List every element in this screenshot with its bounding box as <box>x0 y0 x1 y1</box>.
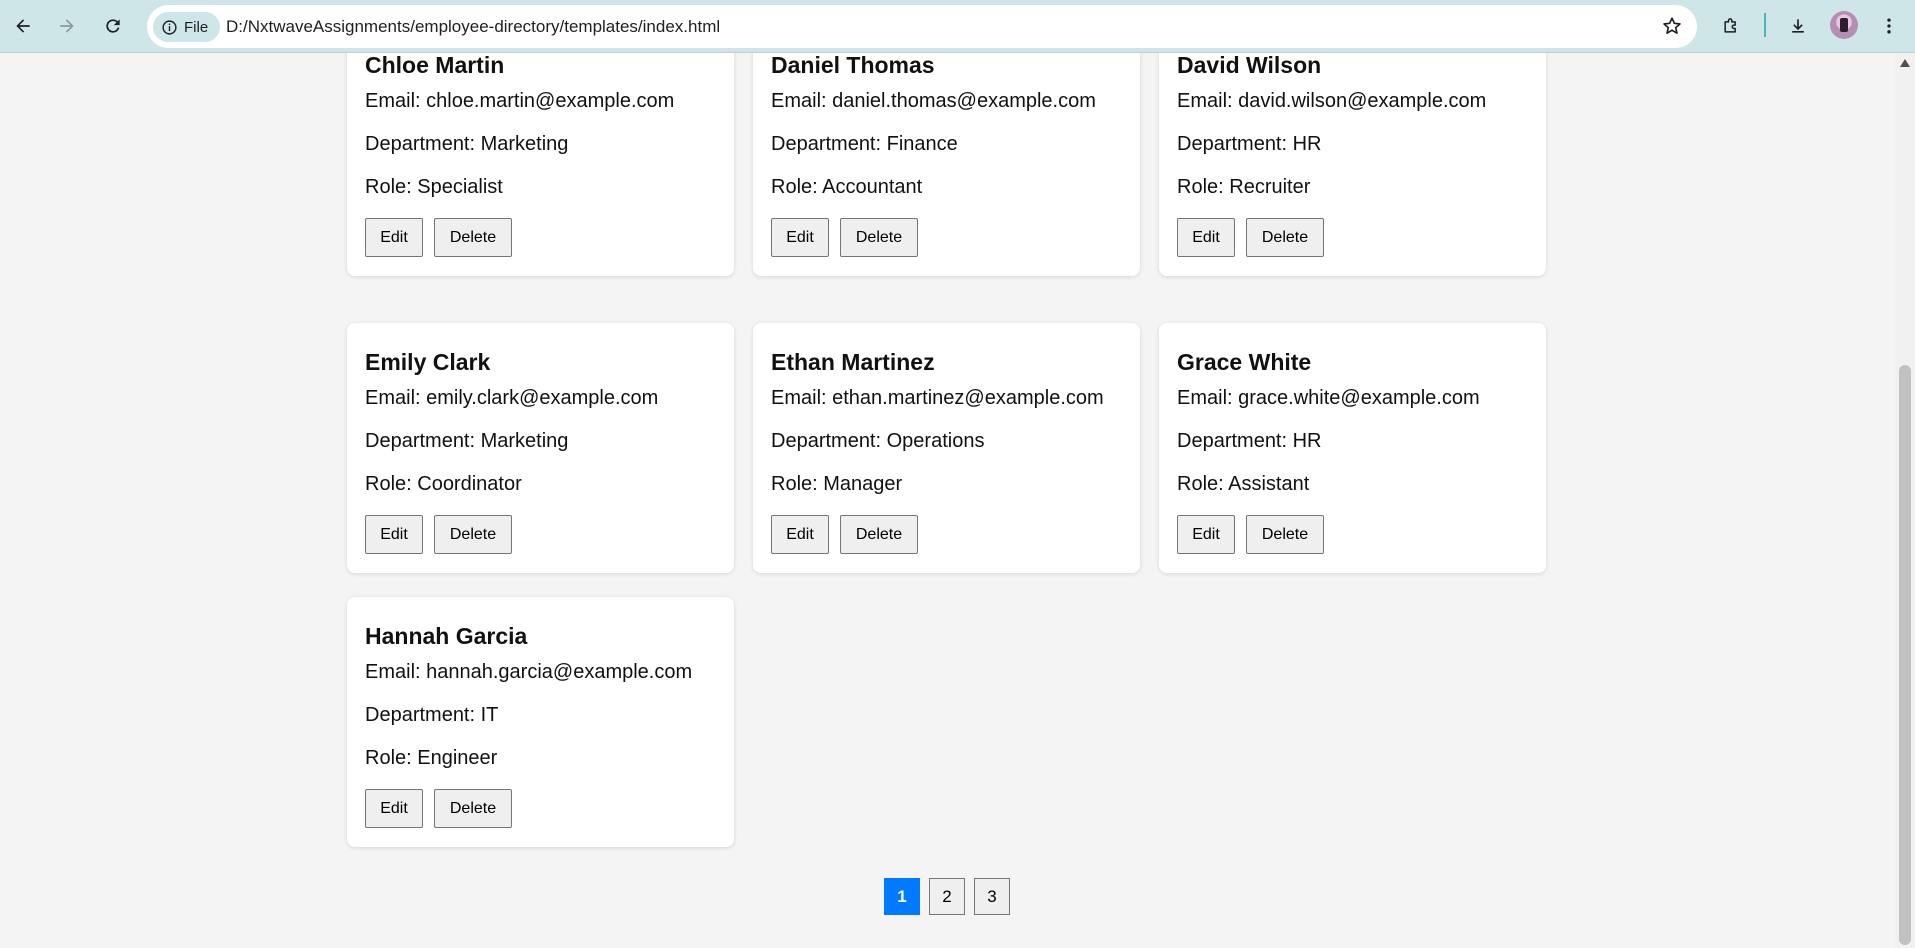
page-button-3[interactable]: 3 <box>974 878 1010 915</box>
delete-button[interactable]: Delete <box>434 789 512 828</box>
extensions-button[interactable] <box>1714 9 1748 43</box>
pagination: 1 2 3 <box>884 878 1010 915</box>
employee-name: Daniel Thomas <box>771 53 935 78</box>
edit-button[interactable]: Edit <box>365 218 423 257</box>
delete-button[interactable]: Delete <box>434 218 512 257</box>
site-chip-label: File <box>184 18 209 36</box>
toolbar-separator <box>1764 13 1766 37</box>
employee-name: David Wilson <box>1177 53 1322 78</box>
employee-card: Emily Clark Email: emily.clark@example.c… <box>347 323 734 573</box>
arrow-right-icon <box>60 19 74 33</box>
employee-card: David Wilson Email: david.wilson@example… <box>1159 53 1546 276</box>
profile-avatar[interactable] <box>1830 11 1858 39</box>
employee-name: Chloe Martin <box>365 53 505 78</box>
avatar-figure <box>1840 18 1848 32</box>
employee-email: Email: david.wilson@example.com <box>1177 90 1487 112</box>
page-button-2[interactable]: 2 <box>929 878 965 915</box>
employee-department: Department: HR <box>1177 430 1322 452</box>
edit-button[interactable]: Edit <box>1177 515 1235 554</box>
employee-email: Email: grace.white@example.com <box>1177 387 1480 409</box>
employee-role: Role: Recruiter <box>1177 176 1311 198</box>
reload-button[interactable] <box>96 9 130 43</box>
site-info-chip[interactable]: File <box>153 12 221 42</box>
back-button[interactable] <box>6 9 40 43</box>
employee-name: Ethan Martinez <box>771 349 935 375</box>
puzzle-icon <box>1724 18 1736 33</box>
employee-role: Role: Specialist <box>365 176 503 198</box>
delete-button[interactable]: Delete <box>840 515 918 554</box>
url-text[interactable]: D:/NxtwaveAssignments/employee-directory… <box>226 17 720 37</box>
delete-button[interactable]: Delete <box>434 515 512 554</box>
vertical-scrollbar[interactable] <box>1895 53 1915 948</box>
employee-card: Hannah Garcia Email: hannah.garcia@examp… <box>347 597 734 847</box>
employee-card: Ethan Martinez Email: ethan.martinez@exa… <box>753 323 1140 573</box>
scroll-up-arrow-icon[interactable] <box>1900 59 1910 67</box>
arrow-left-icon <box>16 19 30 33</box>
delete-button[interactable]: Delete <box>1246 515 1324 554</box>
employee-role: Role: Engineer <box>365 747 498 769</box>
reload-icon <box>106 19 120 33</box>
employee-department: Department: Marketing <box>365 133 569 155</box>
download-icon <box>1792 19 1804 33</box>
employee-role: Role: Assistant <box>1177 473 1310 495</box>
employee-email: Email: emily.clark@example.com <box>365 387 659 409</box>
employee-card: Daniel Thomas Email: daniel.thomas@examp… <box>753 53 1140 276</box>
employee-role: Role: Accountant <box>771 176 923 198</box>
employee-name: Hannah Garcia <box>365 623 528 649</box>
employee-department: Department: IT <box>365 704 499 726</box>
downloads-button[interactable] <box>1781 9 1815 43</box>
edit-button[interactable]: Edit <box>365 789 423 828</box>
bookmark-star-icon[interactable] <box>1661 15 1683 37</box>
edit-button[interactable]: Edit <box>771 218 829 257</box>
employee-email: Email: ethan.martinez@example.com <box>771 387 1104 409</box>
delete-button[interactable]: Delete <box>1246 218 1324 257</box>
employee-name: Emily Clark <box>365 349 491 375</box>
employee-department: Department: Marketing <box>365 430 569 452</box>
page-viewport: Chloe Martin Email: chloe.martin@example… <box>0 53 1895 948</box>
forward-button[interactable] <box>50 9 84 43</box>
edit-button[interactable]: Edit <box>771 515 829 554</box>
page-button-1[interactable]: 1 <box>884 878 920 915</box>
employee-role: Role: Coordinator <box>365 473 522 495</box>
employee-department: Department: Finance <box>771 133 958 155</box>
browser-menu-button[interactable] <box>1872 9 1906 43</box>
employee-name: Grace White <box>1177 349 1312 375</box>
browser-toolbar: File D:/NxtwaveAssignments/employee-dire… <box>0 0 1915 53</box>
info-icon <box>162 19 177 35</box>
employee-email: Email: daniel.thomas@example.com <box>771 90 1096 112</box>
delete-button[interactable]: Delete <box>840 218 918 257</box>
employee-department: Department: HR <box>1177 133 1322 155</box>
employee-email: Email: chloe.martin@example.com <box>365 90 675 112</box>
employee-role: Role: Manager <box>771 473 903 495</box>
employee-card: Grace White Email: grace.white@example.c… <box>1159 323 1546 573</box>
edit-button[interactable]: Edit <box>1177 218 1235 257</box>
employee-department: Department: Operations <box>771 430 985 452</box>
employee-card: Chloe Martin Email: chloe.martin@example… <box>347 53 734 276</box>
scrollbar-thumb[interactable] <box>1899 365 1911 945</box>
more-vertical-icon <box>1887 18 1891 34</box>
employee-email: Email: hannah.garcia@example.com <box>365 661 693 683</box>
edit-button[interactable]: Edit <box>365 515 423 554</box>
address-bar[interactable]: File D:/NxtwaveAssignments/employee-dire… <box>147 5 1697 48</box>
